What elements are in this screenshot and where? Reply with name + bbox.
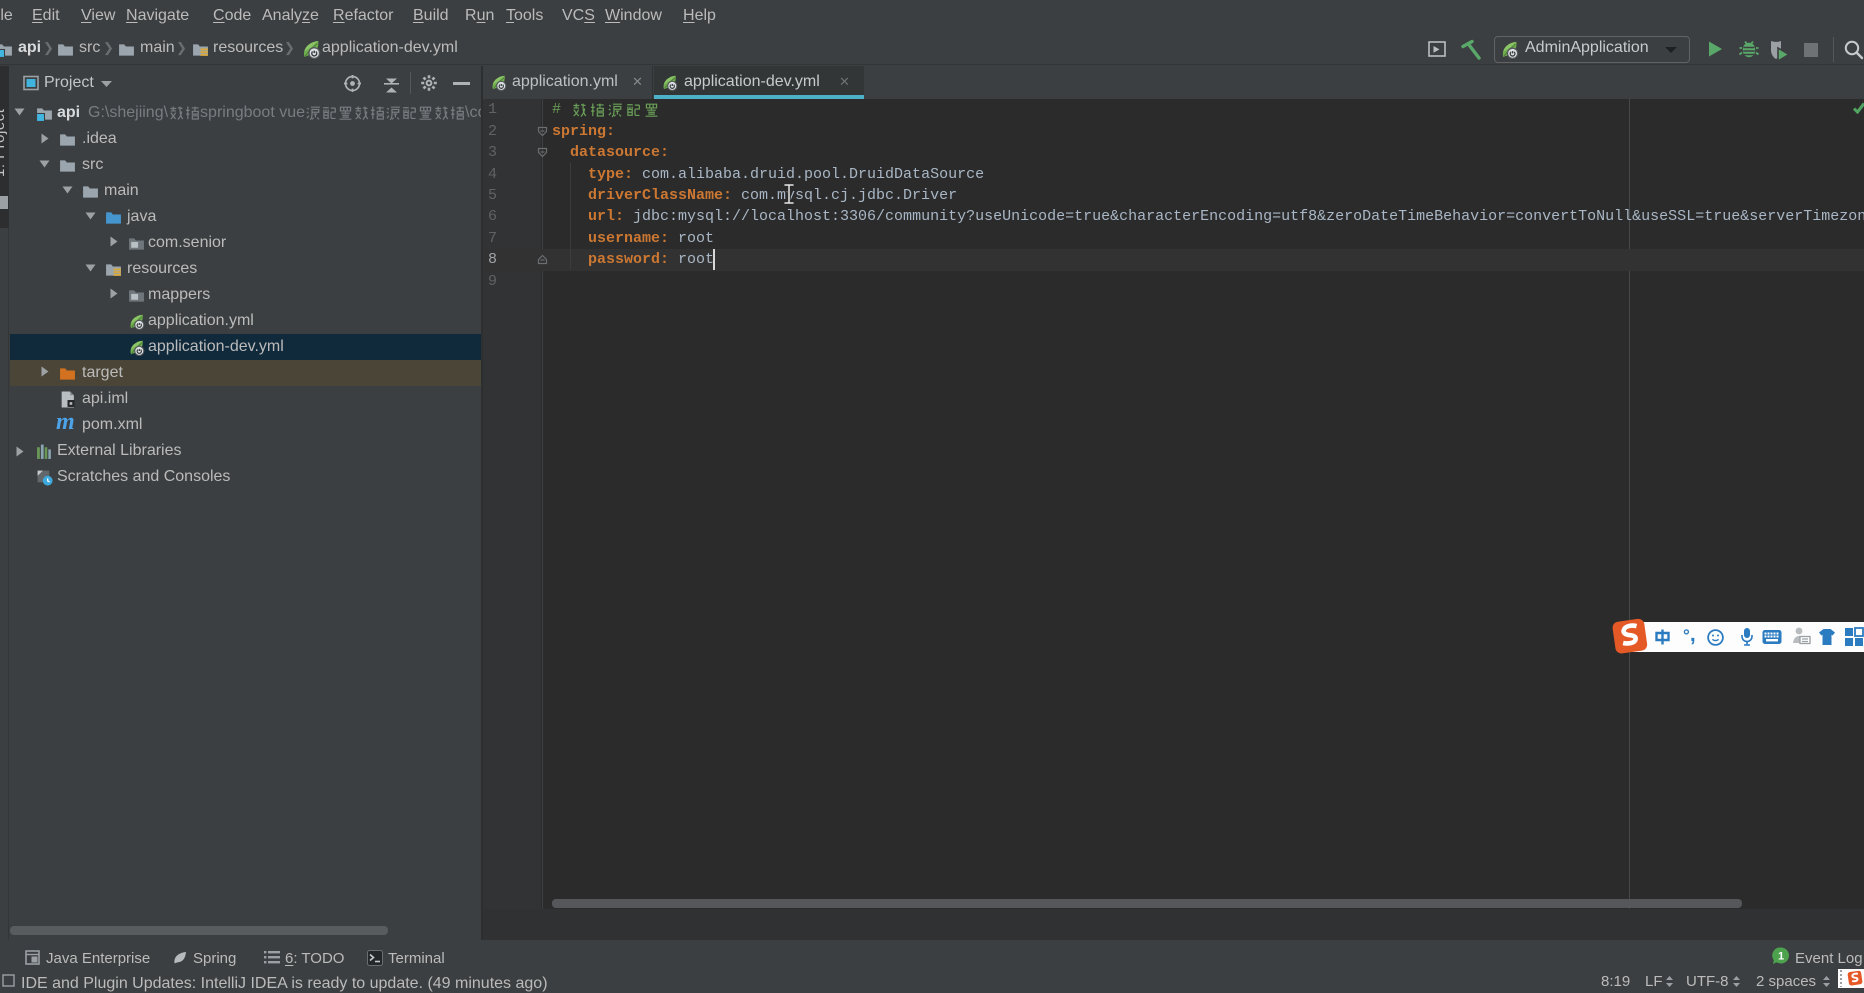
svg-text:1: 1 — [1778, 951, 1784, 963]
